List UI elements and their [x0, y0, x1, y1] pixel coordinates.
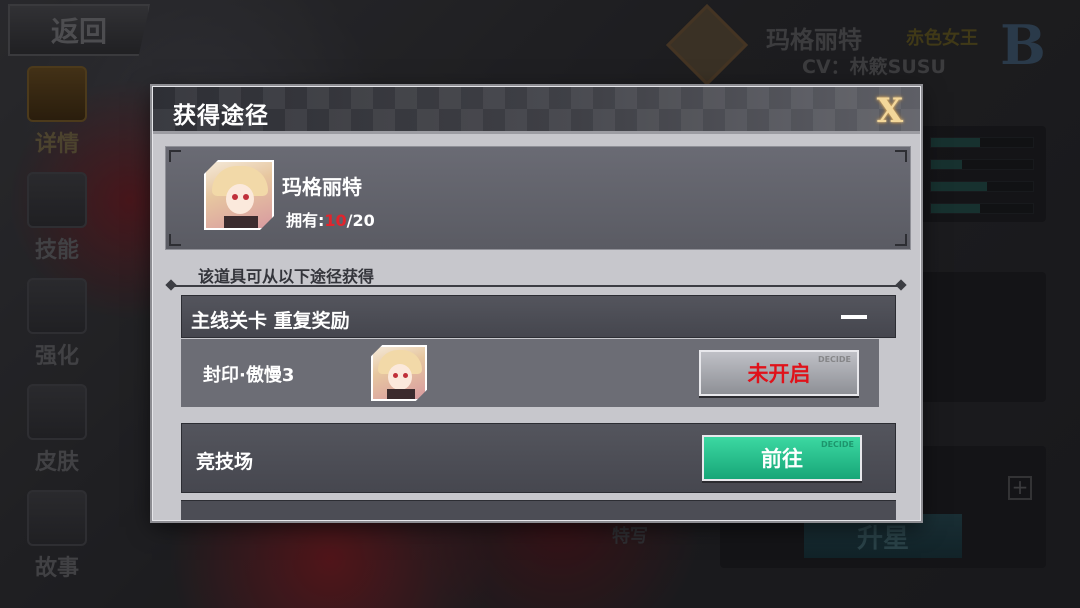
- close-button[interactable]: X: [870, 91, 910, 131]
- locked-button[interactable]: DECIDE 未开启: [699, 350, 859, 396]
- corner-ornament: [895, 234, 907, 246]
- owned-max: 20: [352, 211, 375, 230]
- dialog-header: 获得途径 X: [153, 87, 920, 134]
- corner-ornament: [169, 150, 181, 162]
- stage-portrait: [371, 345, 427, 401]
- item-portrait: [204, 160, 274, 230]
- corner-ornament: [169, 234, 181, 246]
- source-arena: 竞技场 DECIDE 前往: [181, 423, 896, 493]
- button-deco: DECIDE: [817, 355, 851, 364]
- button-deco: DECIDE: [820, 440, 854, 449]
- owned-count: 拥有:10/20: [286, 207, 375, 231]
- acquisition-dialog: 获得途径 X 玛格丽特 拥有:10/20 该道具可从以下途径获得 主线关卡 重复…: [152, 86, 921, 521]
- owned-label: 拥有:: [286, 211, 325, 230]
- locked-button-label: 未开启: [747, 362, 811, 386]
- collapse-icon[interactable]: [841, 315, 867, 319]
- stage-label: 封印·傲慢3: [203, 365, 295, 386]
- source-main-stage[interactable]: 主线关卡 重复奖励: [181, 295, 896, 338]
- goto-button[interactable]: DECIDE 前往: [702, 435, 862, 481]
- list-item: [181, 500, 896, 520]
- owned-current: 10: [324, 211, 347, 230]
- sources-label: 该道具可从以下途径获得: [198, 267, 375, 286]
- item-name: 玛格丽特: [282, 175, 362, 199]
- dialog-title: 获得途径: [173, 103, 269, 129]
- source-label: 主线关卡 重复奖励: [191, 310, 350, 332]
- corner-ornament: [895, 150, 907, 162]
- stage-row: 封印·傲慢3 DECIDE 未开启: [181, 339, 879, 407]
- source-label: 竞技场: [196, 451, 254, 473]
- goto-button-label: 前往: [761, 447, 803, 471]
- item-card: 玛格丽特 拥有:10/20: [165, 146, 911, 250]
- divider: [171, 285, 901, 287]
